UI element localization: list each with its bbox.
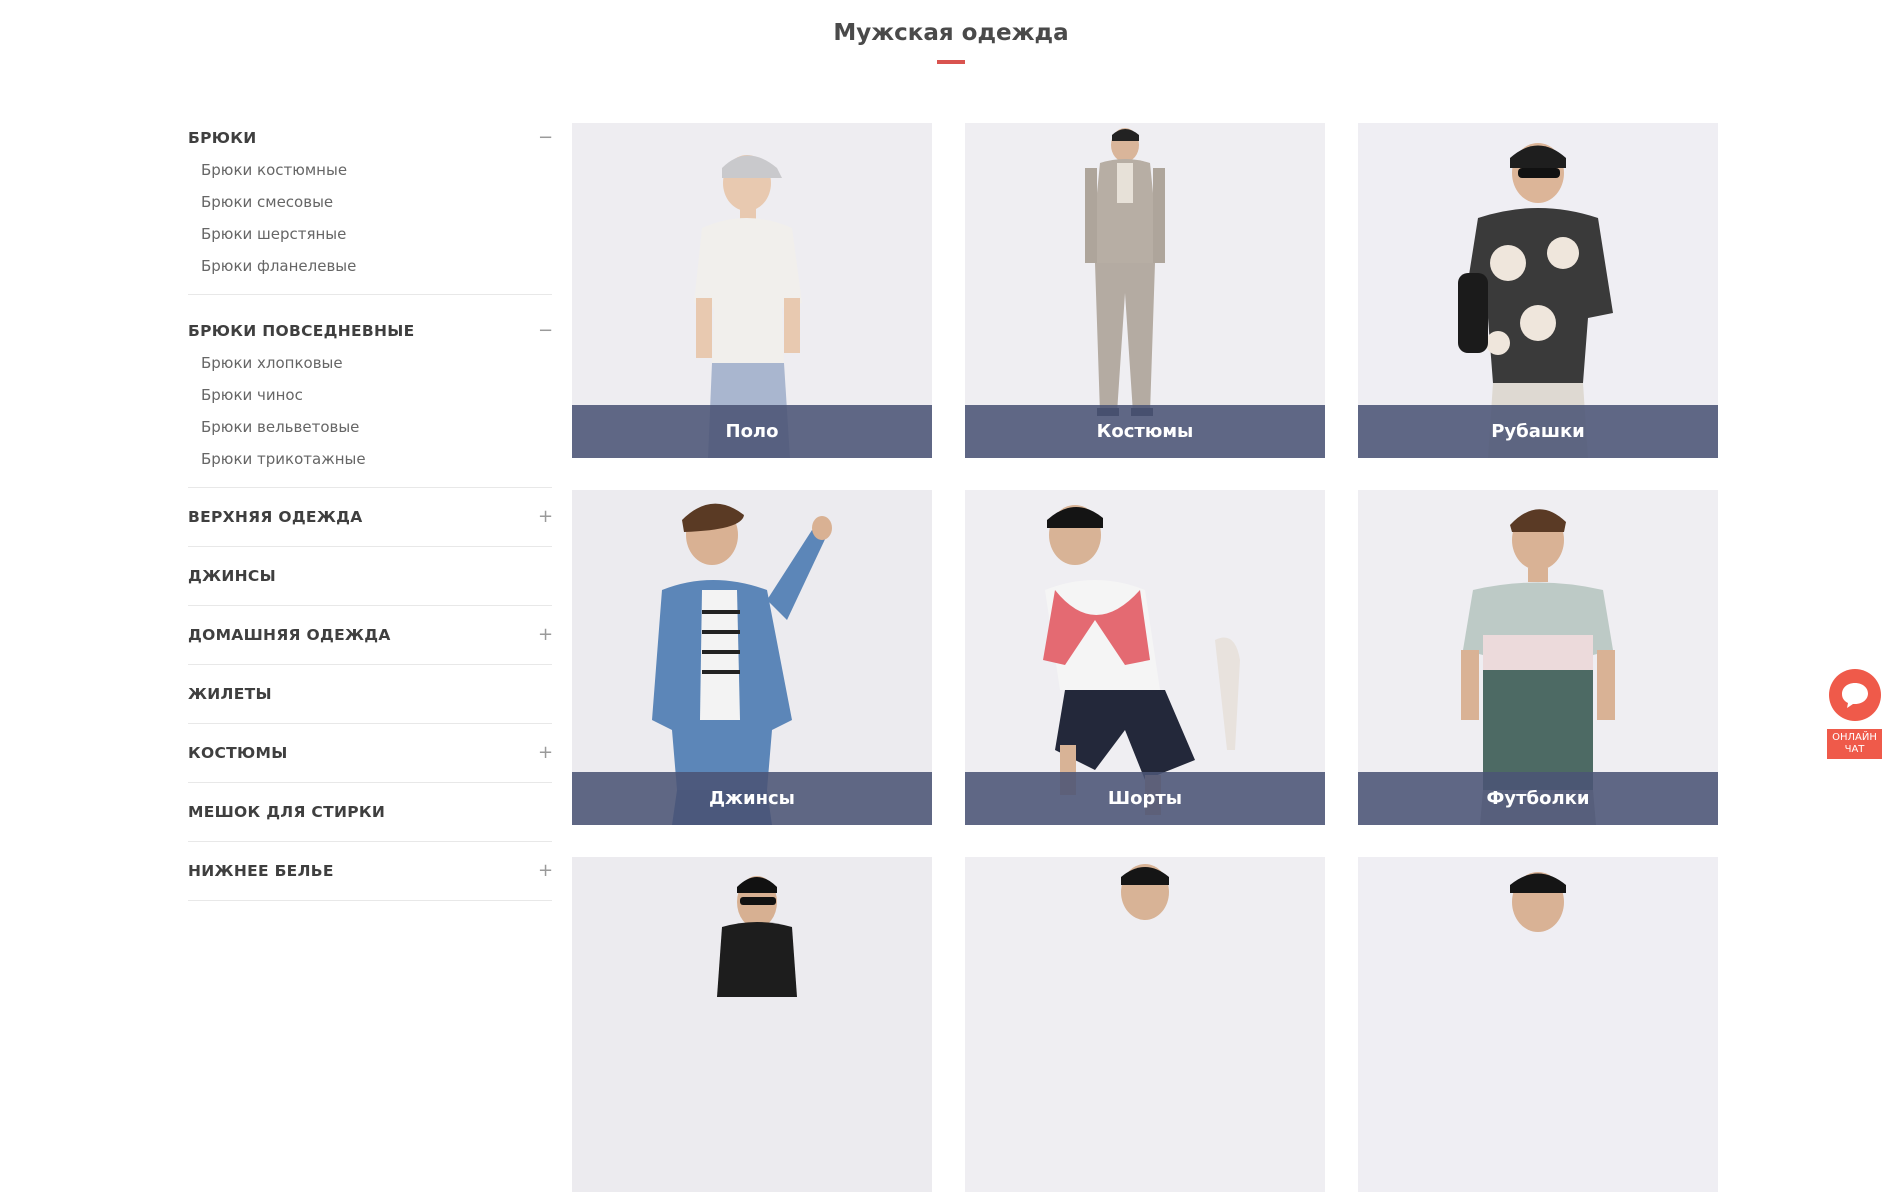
subcategory-item[interactable]: Брюки фланелевые (201, 250, 552, 282)
subcategory-list: Брюки хлопковые Брюки чинос Брюки вельве… (188, 347, 552, 487)
subcategory-item[interactable]: Брюки чинос (201, 379, 552, 411)
category-card-jeans[interactable]: Джинсы (572, 490, 932, 825)
expand-icon[interactable]: + (538, 862, 553, 880)
expand-icon[interactable]: + (538, 508, 553, 526)
category-label: КОСТЮМЫ (188, 744, 288, 762)
category-outerwear[interactable]: ВЕРХНЯЯ ОДЕЖДА + (188, 488, 553, 547)
category-laundry-bag[interactable]: МЕШОК ДЛЯ СТИРКИ (188, 783, 552, 842)
expand-icon[interactable]: + (538, 744, 553, 762)
card-caption: Рубашки (1358, 405, 1718, 458)
card-caption: Шорты (965, 772, 1325, 825)
model-photo (572, 857, 932, 1192)
category-card-polo[interactable]: Поло (572, 123, 932, 458)
collapse-icon[interactable]: − (538, 322, 553, 340)
subcategory-list: Брюки костюмные Брюки смесовые Брюки шер… (188, 154, 552, 294)
card-caption: Поло (572, 405, 932, 458)
category-card-suits[interactable]: Костюмы (965, 123, 1325, 458)
subcategory-item[interactable]: Брюки трикотажные (201, 443, 552, 475)
category-jeans[interactable]: ДЖИНСЫ (188, 547, 552, 606)
card-caption: Джинсы (572, 772, 932, 825)
category-casual-pants: БРЮКИ ПОВСЕДНЕВНЫЕ − Брюки хлопковые Брю… (188, 295, 553, 488)
model-photo (1358, 857, 1718, 1192)
page-title: Мужская одежда (833, 20, 1069, 46)
category-card[interactable] (1358, 857, 1718, 1192)
category-card-tshirts[interactable]: Футболки (1358, 490, 1718, 825)
title-underline (937, 60, 965, 64)
card-caption: Футболки (1358, 772, 1718, 825)
category-card[interactable] (965, 857, 1325, 1192)
category-label: ДОМАШНЯЯ ОДЕЖДА (188, 626, 391, 644)
category-label: ЖИЛЕТЫ (188, 685, 272, 703)
category-label: БРЮКИ (188, 129, 257, 147)
subcategory-item[interactable]: Брюки хлопковые (201, 347, 552, 379)
category-label: БРЮКИ ПОВСЕДНЕВНЫЕ (188, 322, 415, 340)
online-chat-label[interactable]: ОНЛАЙН ЧАТ (1827, 729, 1882, 759)
subcategory-item[interactable]: Брюки смесовые (201, 186, 552, 218)
category-homewear[interactable]: ДОМАШНЯЯ ОДЕЖДА + (188, 606, 553, 665)
subcategory-item[interactable]: Брюки шерстяные (201, 218, 552, 250)
category-label: ДЖИНСЫ (188, 567, 276, 585)
subcategory-item[interactable]: Брюки вельветовые (201, 411, 552, 443)
cropped-breadcrumb: — — — — (210, 0, 430, 3)
card-caption: Костюмы (965, 405, 1325, 458)
category-header-pants[interactable]: БРЮКИ − (188, 122, 553, 154)
category-underwear[interactable]: НИЖНЕЕ БЕЛЬЕ + (188, 842, 553, 901)
category-suits[interactable]: КОСТЮМЫ + (188, 724, 553, 783)
subcategory-item[interactable]: Брюки костюмные (201, 154, 552, 186)
online-chat-button[interactable] (1829, 669, 1881, 721)
chat-bubble-icon (1842, 683, 1868, 708)
expand-icon[interactable]: + (538, 626, 553, 644)
model-photo (965, 857, 1325, 1192)
category-brюki: БРЮКИ − Брюки костюмные Брюки смесовые Б… (188, 122, 553, 295)
category-card-shorts[interactable]: Шорты (965, 490, 1325, 825)
category-label: НИЖНЕЕ БЕЛЬЕ (188, 862, 334, 880)
collapse-icon[interactable]: − (538, 129, 553, 147)
category-card-shirts[interactable]: Рубашки (1358, 123, 1718, 458)
category-label: ВЕРХНЯЯ ОДЕЖДА (188, 508, 363, 526)
category-label: МЕШОК ДЛЯ СТИРКИ (188, 803, 386, 821)
category-sidebar: БРЮКИ − Брюки костюмные Брюки смесовые Б… (188, 122, 553, 901)
category-card[interactable] (572, 857, 932, 1192)
category-vests[interactable]: ЖИЛЕТЫ (188, 665, 552, 724)
category-header-casual-pants[interactable]: БРЮКИ ПОВСЕДНЕВНЫЕ − (188, 315, 553, 347)
